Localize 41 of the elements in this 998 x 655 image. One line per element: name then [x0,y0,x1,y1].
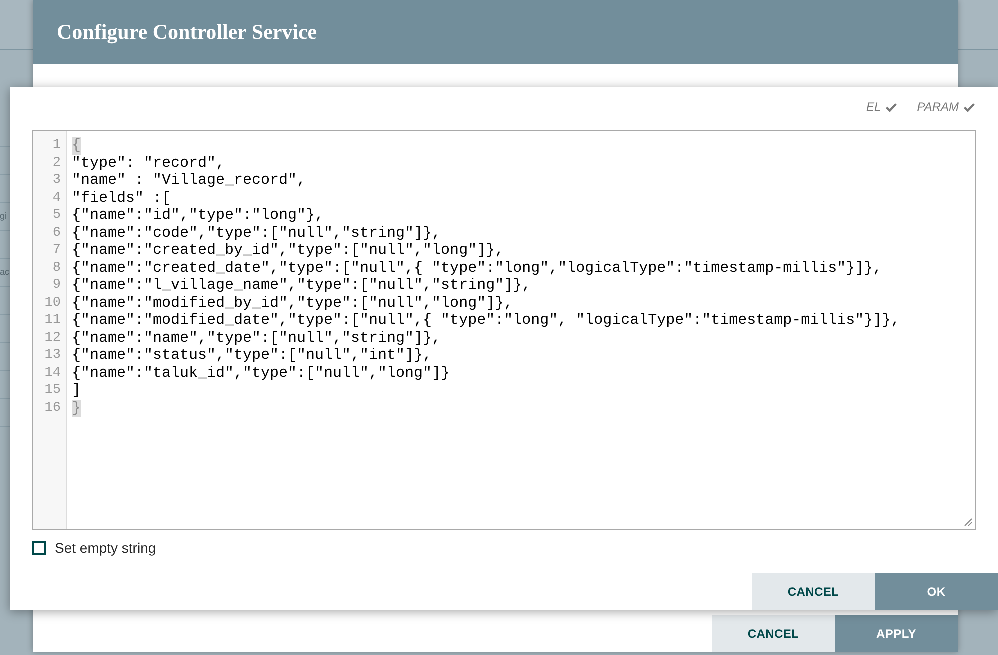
code-line: {"name":"modified_date","type":["null",{ "type":"long", "logicalType":"timestamp-millis"}]}, [72,312,900,330]
line-number: 9 [52,277,62,294]
line-number: 10 [44,294,62,312]
cell-text: gi [0,212,8,221]
flag-label: PARAM [917,101,959,113]
code-line: "type": "record", [72,154,226,172]
code-line: {"name":"l_village_name","type":["null","string"]}, [72,277,532,294]
checkbox-label: Set empty string [55,541,156,555]
line-number: 8 [52,260,62,277]
checkbox[interactable] [32,541,46,555]
code-line: {"name":"modified_by_id","type":["null","long"]}, [72,294,514,312]
line-number: 2 [52,154,62,172]
line-number: 6 [52,224,62,242]
code-line: {"name":"name","type":["null","string"]}, [72,330,442,347]
line-number: 1 [52,137,62,154]
code-line: {"name":"created_by_id","type":["null","long"]}, [72,242,504,260]
flag-label: EL [866,101,882,113]
line-number: 15 [44,382,62,400]
line-number: 12 [44,330,62,347]
line-number: 11 [44,312,62,330]
cell-text: ac [0,268,10,277]
code-line: "fields" :[ [72,190,172,207]
code-editor[interactable] [32,130,976,530]
code-line: {"name":"taluk_id","type":["null","long"]} [72,364,450,382]
line-number: 14 [44,364,62,382]
code-line: {"name":"created_date","type":["null",{ "type":"long","logicalType":"timestamp-millis"}]}, [72,260,882,277]
code-line: "name" : "Village_record", [72,172,306,190]
cancel-button[interactable]: CANCEL [752,573,875,610]
code-line: {"name":"id","type":"long"}, [72,207,324,224]
line-number: 3 [52,172,62,190]
line-number: 13 [44,347,62,364]
line-number: 16 [44,400,62,417]
line-number: 4 [52,190,62,207]
line-number: 7 [52,242,62,260]
code-line: {"name":"code","type":["null","string"]}, [72,224,442,242]
code-line: ] [72,382,82,400]
dialog-title: Configure Controller Service [57,22,318,42]
line-number: 5 [52,207,62,224]
resize-grip-icon[interactable] [964,518,972,526]
cancel-button[interactable]: CANCEL [712,615,835,652]
code-line: {"name":"status","type":["null","int"]}, [72,347,432,364]
